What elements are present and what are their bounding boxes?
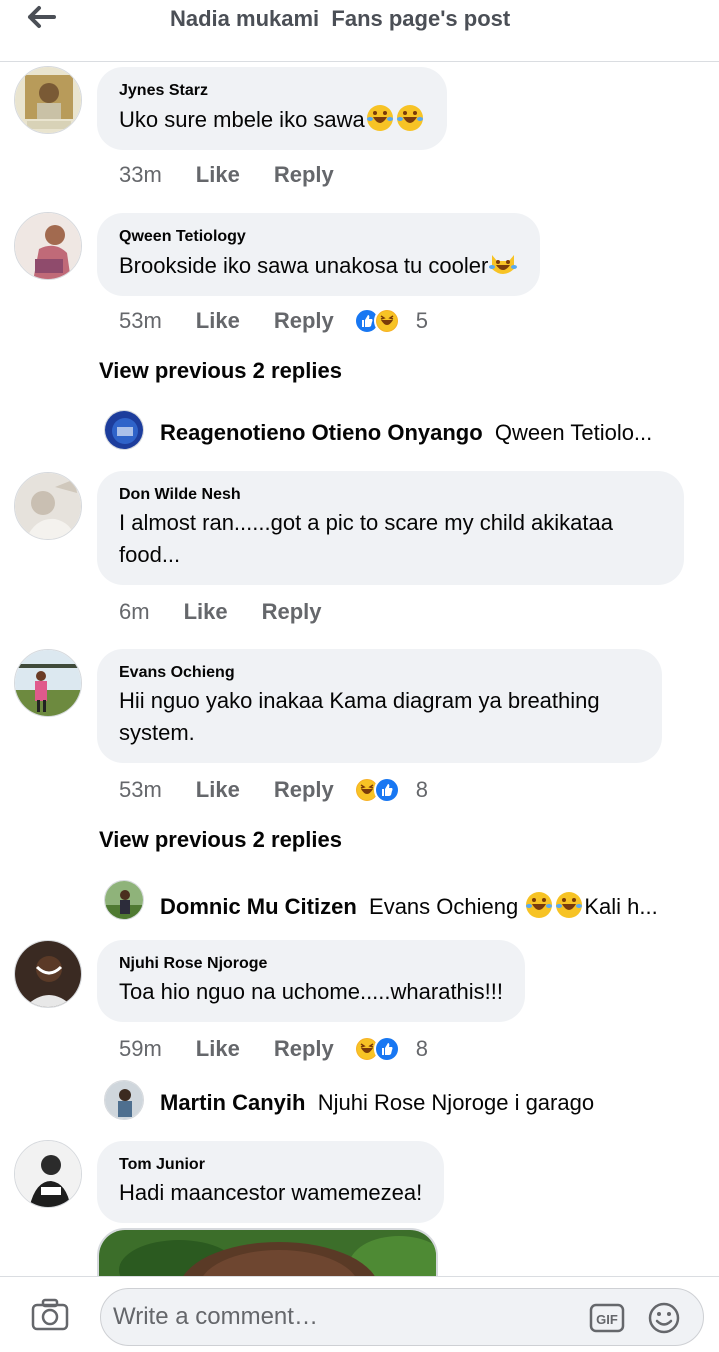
reaction-count: 5 <box>415 308 428 333</box>
avatar[interactable] <box>14 212 82 280</box>
comment-text: I almost ran......got a pic to scare my … <box>119 510 613 567</box>
avatar[interactable] <box>104 410 144 450</box>
comment-text: Uko sure mbele iko sawa <box>119 103 425 136</box>
laughing-cat-emoji-icon <box>489 255 518 274</box>
smiley-icon[interactable] <box>647 1301 681 1335</box>
comment-author[interactable]: Tom Junior <box>119 1153 422 1177</box>
comment-author[interactable]: Qween Tetiology <box>119 225 518 249</box>
like-button[interactable]: Like <box>196 162 240 188</box>
comments-feed[interactable]: Jynes Starz Uko sure mbele iko sawa 33m … <box>0 62 719 1276</box>
comment-text: Hadi maancestor wamemezea! <box>119 1180 423 1205</box>
comment-text: Hii nguo yako inakaa Kama diagram ya bre… <box>119 688 600 745</box>
comment-bubble[interactable]: Evans Ochieng Hii nguo yako inakaa Kama … <box>97 649 662 763</box>
laughing-emoji-icon <box>396 105 423 131</box>
comment-input-placeholder: Write a comment… <box>113 1303 318 1330</box>
like-button[interactable]: Like <box>184 599 228 625</box>
laughing-emoji-icon <box>526 892 553 918</box>
comment-author[interactable]: Njuhi Rose Njoroge <box>119 952 503 976</box>
comment-time: 59m <box>119 1036 162 1061</box>
reaction-count: 8 <box>415 1036 428 1061</box>
comment-author[interactable]: Jynes Starz <box>119 79 425 103</box>
laughing-emoji-icon <box>366 105 393 131</box>
reply-author: Reagenotieno Otieno Onyango <box>160 420 483 445</box>
back-arrow-icon[interactable] <box>24 2 64 32</box>
avatar[interactable] <box>104 1080 144 1120</box>
avatar[interactable] <box>14 1140 82 1208</box>
reply-preview[interactable]: Domnic Mu Citizen Evans Ochieng Kali h..… <box>160 890 682 920</box>
comment-bubble[interactable]: Jynes Starz Uko sure mbele iko sawa <box>97 67 447 150</box>
comment-actions: 59m Like Reply 8 <box>119 1034 428 1064</box>
like-reaction-icon <box>373 777 400 803</box>
avatar[interactable] <box>14 66 82 134</box>
view-previous-replies-link[interactable]: View previous 2 replies <box>99 358 342 384</box>
comment-bubble[interactable]: Don Wilde Nesh I almost ran......got a p… <box>97 471 684 585</box>
reaction-summary[interactable]: 8 <box>353 777 428 803</box>
reply-text-continued: Kali h... <box>584 894 658 919</box>
reply-button[interactable]: Reply <box>262 599 322 625</box>
reply-text: Qween Tetiolo... <box>494 420 653 445</box>
comment-time: 6m <box>119 599 150 624</box>
comment-actions: 33m Like Reply <box>119 160 334 190</box>
reply-preview[interactable]: Martin Canyih Njuhi Rose Njoroge i garag… <box>160 1090 700 1116</box>
reply-author: Domnic Mu Citizen <box>160 894 357 919</box>
like-button[interactable]: Like <box>196 308 240 334</box>
avatar[interactable] <box>14 472 82 540</box>
comment-time: 53m <box>119 308 162 333</box>
comment-time: 53m <box>119 777 162 802</box>
reply-button[interactable]: Reply <box>274 777 334 803</box>
laughing-emoji-icon <box>556 892 583 918</box>
camera-icon[interactable] <box>30 1297 70 1333</box>
like-reaction-icon <box>373 1036 400 1062</box>
comment-composer: Write a comment… GIF <box>0 1276 719 1352</box>
avatar[interactable] <box>14 649 82 717</box>
view-previous-replies-link[interactable]: View previous 2 replies <box>99 827 342 853</box>
comment-text: Toa hio nguo na uchome.....wharathis!!! <box>119 979 504 1004</box>
post-header: Nadia mukami Fans page's post <box>0 0 719 62</box>
gif-icon[interactable]: GIF <box>589 1302 625 1334</box>
reaction-summary[interactable]: 5 <box>353 308 428 334</box>
reaction-summary[interactable]: 8 <box>353 1036 428 1062</box>
reply-text: Evans Ochieng <box>369 894 519 919</box>
comment-bubble[interactable]: Tom Junior Hadi maancestor wamemezea! <box>97 1141 445 1223</box>
comment-text: Brookside iko sawa unakosa tu cooler <box>119 249 518 282</box>
reaction-count: 8 <box>415 777 428 802</box>
reply-author: Martin Canyih <box>160 1090 306 1115</box>
comment-bubble[interactable]: Njuhi Rose Njoroge Toa hio nguo na uchom… <box>97 940 526 1022</box>
reply-text: Njuhi Rose Njoroge i garago <box>317 1090 595 1115</box>
comment-actions: 53m Like Reply 8 <box>119 775 428 805</box>
comment-author[interactable]: Evans Ochieng <box>119 661 640 685</box>
page-title: Nadia mukami Fans page's post <box>170 6 511 31</box>
reply-button[interactable]: Reply <box>274 308 334 334</box>
reply-preview[interactable]: Reagenotieno Otieno Onyango Qween Tetiol… <box>160 420 678 446</box>
reply-button[interactable]: Reply <box>274 162 334 188</box>
comment-time: 33m <box>119 162 162 187</box>
comment-actions: 53m Like Reply 5 <box>119 306 428 336</box>
reply-button[interactable]: Reply <box>274 1036 334 1062</box>
svg-text:GIF: GIF <box>596 1312 618 1327</box>
like-button[interactable]: Like <box>196 1036 240 1062</box>
comment-author[interactable]: Don Wilde Nesh <box>119 483 662 507</box>
comment-input[interactable]: Write a comment… GIF <box>100 1288 704 1346</box>
avatar[interactable] <box>104 880 144 920</box>
comment-photo[interactable] <box>97 1228 438 1276</box>
comment-bubble[interactable]: Qween Tetiology Brookside iko sawa unako… <box>97 213 541 296</box>
comment-actions: 6m Like Reply <box>119 597 322 627</box>
avatar[interactable] <box>14 940 82 1008</box>
like-button[interactable]: Like <box>196 777 240 803</box>
haha-reaction-icon <box>373 308 400 334</box>
